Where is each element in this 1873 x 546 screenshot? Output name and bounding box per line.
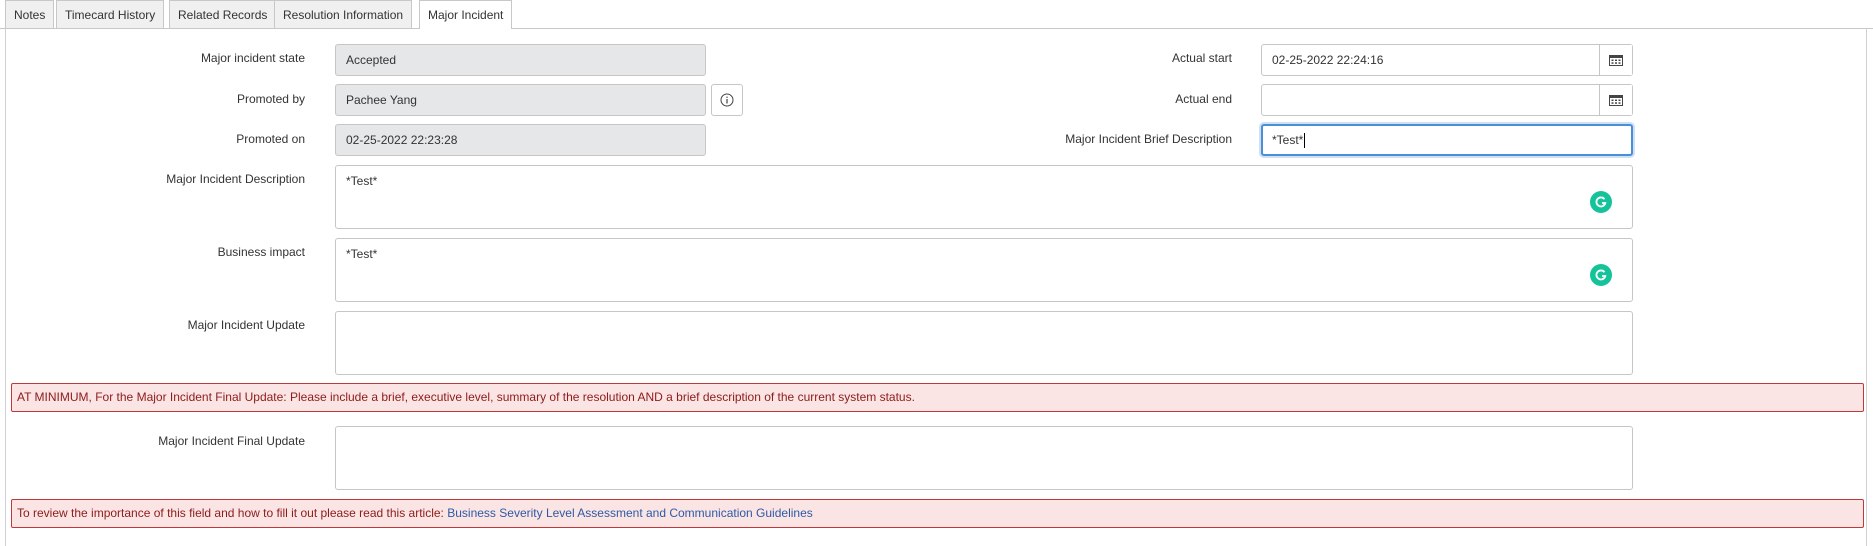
business-impact-textarea[interactable]: *Test* <box>335 238 1633 302</box>
business-impact-value: *Test* <box>346 247 378 261</box>
actual-start-label: Actual start <box>1171 51 1232 65</box>
tab-notes[interactable]: Notes <box>5 0 55 28</box>
promoted-on-label: Promoted on <box>236 132 305 146</box>
actual-end-field[interactable] <box>1261 84 1633 116</box>
grammarly-icon[interactable] <box>1590 191 1612 213</box>
grammarly-glyph <box>1595 269 1607 281</box>
tab-bar: Notes Timecard History Related Records R… <box>0 0 1873 29</box>
update-label: Major Incident Update <box>187 318 305 332</box>
tab-timecard-history[interactable]: Timecard History <box>56 0 165 28</box>
review-article-link[interactable]: Business Severity Level Assessment and C… <box>447 506 813 520</box>
description-label: Major Incident Description <box>166 172 305 186</box>
major-incident-state-label: Major incident state <box>200 51 305 65</box>
actual-end-label: Actual end <box>1175 92 1232 106</box>
final-update-textarea[interactable] <box>335 426 1633 490</box>
promoted-by-field[interactable]: Pachee Yang <box>335 84 706 116</box>
brief-description-value: *Test* <box>1272 133 1304 147</box>
description-value: *Test* <box>346 174 378 188</box>
description-textarea[interactable]: *Test* <box>335 165 1633 229</box>
grammarly-icon[interactable] <box>1590 264 1612 286</box>
text-caret <box>1304 133 1306 149</box>
major-incident-state-field[interactable]: Accepted <box>335 44 706 76</box>
business-impact-label: Business impact <box>217 245 305 259</box>
tab-related-records[interactable]: Related Records <box>169 0 277 28</box>
grammarly-glyph <box>1595 196 1607 208</box>
update-textarea[interactable] <box>335 311 1633 375</box>
actual-start-calendar-button[interactable] <box>1599 45 1632 75</box>
final-update-label: Major Incident Final Update <box>158 434 305 448</box>
final-update-alert: AT MINIMUM, For the Major Incident Final… <box>11 383 1864 412</box>
info-icon <box>720 93 734 107</box>
actual-start-value: 02-25-2022 22:24:16 <box>1272 53 1384 67</box>
review-notice-text: To review the importance of this field a… <box>17 506 444 520</box>
review-article-alert: To review the importance of this field a… <box>11 499 1864 528</box>
promoted-on-field[interactable]: 02-25-2022 22:23:28 <box>335 124 706 156</box>
calendar-icon <box>1609 95 1623 106</box>
brief-description-label: Major Incident Brief Description <box>1065 132 1232 146</box>
promoted-by-info-button[interactable] <box>711 84 743 116</box>
tab-resolution-information[interactable]: Resolution Information <box>274 0 413 28</box>
calendar-icon <box>1609 55 1623 66</box>
brief-description-input[interactable]: *Test* <box>1261 124 1633 156</box>
actual-end-calendar-button[interactable] <box>1599 85 1632 115</box>
promoted-by-label: Promoted by <box>236 92 305 106</box>
actual-start-field[interactable]: 02-25-2022 22:24:16 <box>1261 44 1633 76</box>
tab-major-incident[interactable]: Major Incident <box>419 0 513 29</box>
